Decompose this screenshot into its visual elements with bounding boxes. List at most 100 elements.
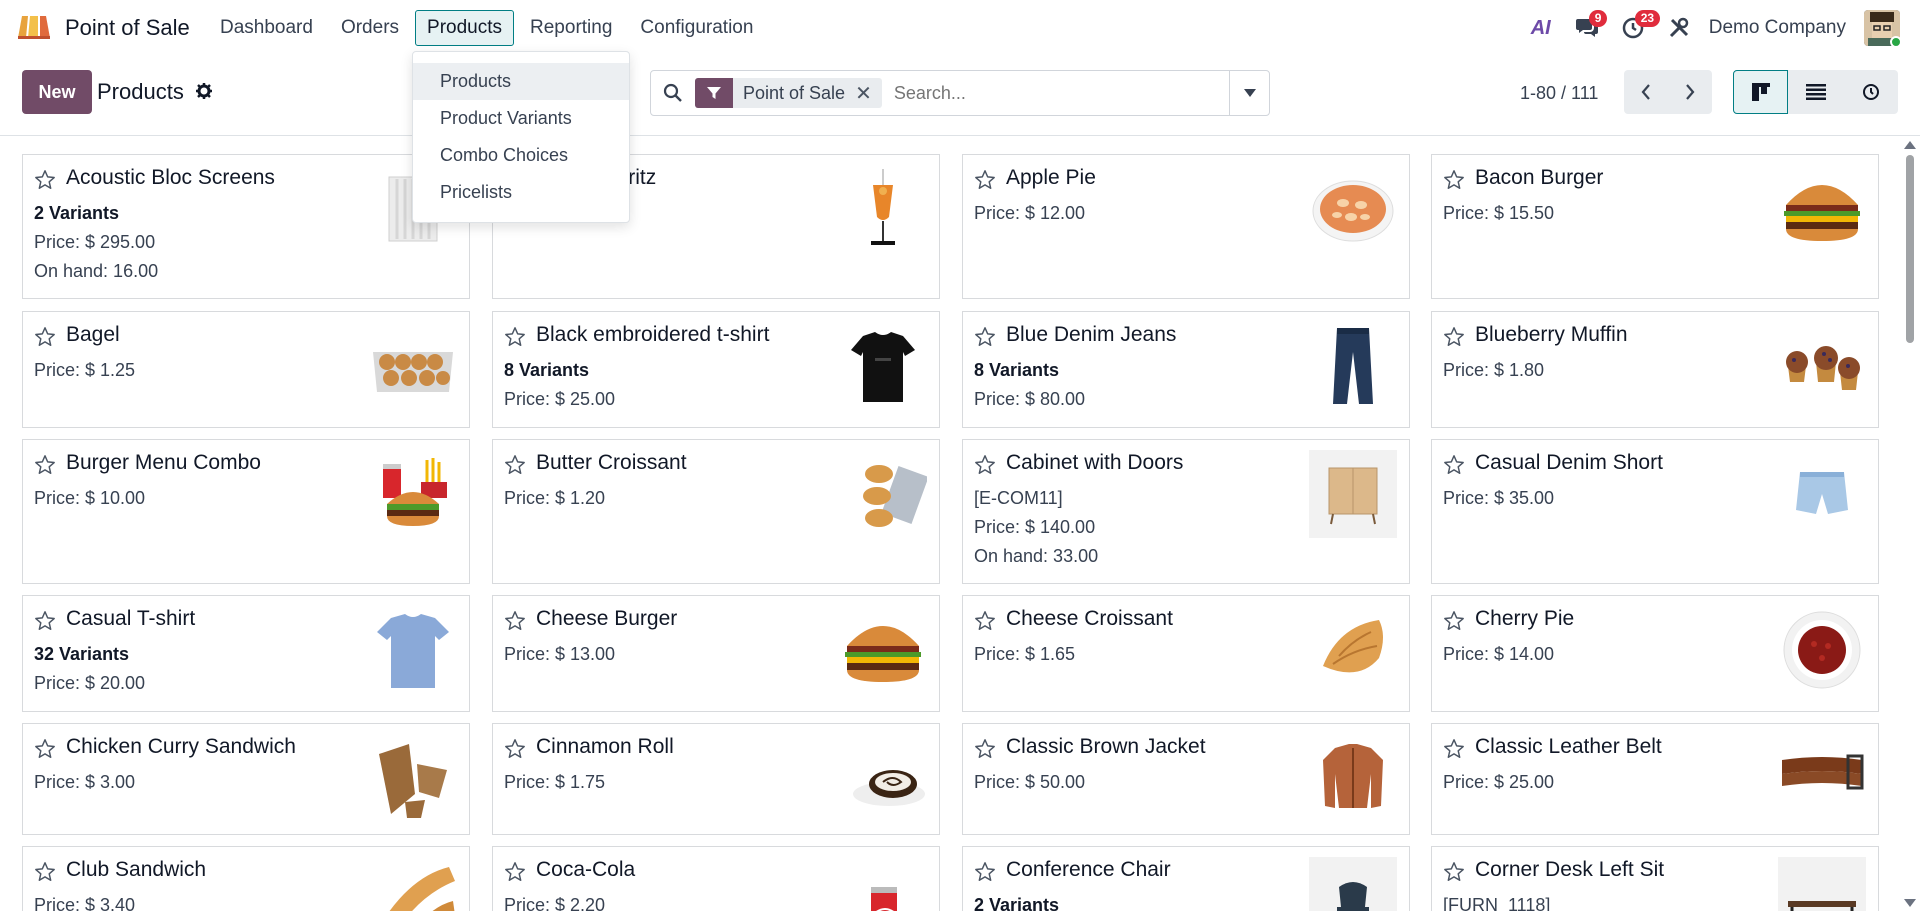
product-card[interactable]: Club Sandwich Price: $ 3.40 bbox=[22, 846, 470, 911]
product-detail-line: Price: $ 295.00 bbox=[34, 232, 156, 252]
kanban-view-button[interactable] bbox=[1733, 70, 1788, 114]
product-card[interactable]: Corner Desk Left Sit [FURN_1118] bbox=[1431, 846, 1879, 911]
product-detail-line: Price: $ 35.00 bbox=[1443, 488, 1555, 508]
favorite-star-icon[interactable] bbox=[34, 326, 56, 348]
favorite-star-icon[interactable] bbox=[974, 861, 996, 883]
dropdown-item-product-variants[interactable]: Product Variants bbox=[413, 100, 629, 137]
pager-value[interactable]: 1-80 / 111 bbox=[1520, 83, 1598, 104]
chair-icon bbox=[1309, 857, 1397, 911]
product-card[interactable]: Cinnamon Roll Price: $ 1.75 bbox=[492, 723, 940, 835]
favorite-star-icon[interactable] bbox=[1443, 738, 1465, 760]
messages-icon[interactable]: 9 bbox=[1569, 10, 1608, 46]
product-image bbox=[369, 734, 457, 822]
favorite-star-icon[interactable] bbox=[1443, 861, 1465, 883]
kanban-scrollbar[interactable] bbox=[1900, 137, 1920, 911]
ai-icon[interactable]: AI bbox=[1523, 10, 1559, 46]
favorite-star-icon[interactable] bbox=[34, 861, 56, 883]
scroll-up-icon[interactable] bbox=[1904, 141, 1916, 149]
product-card[interactable]: Blue Denim Jeans 8 Variants Price: $ 80.00 bbox=[962, 311, 1410, 428]
app-name[interactable]: Point of Sale bbox=[65, 15, 190, 41]
product-card[interactable]: Chicken Curry Sandwich Price: $ 3.00 bbox=[22, 723, 470, 835]
favorite-star-icon[interactable] bbox=[504, 326, 526, 348]
search-options-toggle[interactable] bbox=[1229, 71, 1269, 115]
facet-remove-icon[interactable]: ✕ bbox=[855, 81, 882, 106]
scrollbar-thumb[interactable] bbox=[1906, 155, 1914, 343]
search-icon[interactable] bbox=[651, 71, 695, 115]
favorite-star-icon[interactable] bbox=[974, 454, 996, 476]
product-name: Conference Chair bbox=[1006, 858, 1171, 881]
product-card[interactable]: Casual Denim Short Price: $ 35.00 bbox=[1431, 439, 1879, 584]
favorite-star-icon[interactable] bbox=[504, 610, 526, 632]
product-card[interactable]: Cherry Pie Price: $ 14.00 bbox=[1431, 595, 1879, 712]
combo-icon bbox=[383, 458, 447, 526]
favorite-star-icon[interactable] bbox=[1443, 169, 1465, 191]
favorite-star-icon[interactable] bbox=[34, 169, 56, 191]
product-name: Casual T-shirt bbox=[66, 607, 196, 630]
user-avatar[interactable] bbox=[1864, 10, 1900, 46]
favorite-star-icon[interactable] bbox=[1443, 326, 1465, 348]
product-card[interactable]: Classic Brown Jacket Price: $ 50.00 bbox=[962, 723, 1410, 835]
muffin-icon bbox=[1786, 346, 1860, 390]
product-card[interactable]: Bagel Price: $ 1.25 bbox=[22, 311, 470, 428]
pager-next-button[interactable] bbox=[1668, 70, 1712, 114]
product-image bbox=[1309, 450, 1397, 538]
menu-orders[interactable]: Orders bbox=[329, 10, 411, 46]
product-card[interactable]: Butter Croissant Price: $ 1.20 bbox=[492, 439, 940, 584]
favorite-star-icon[interactable] bbox=[974, 738, 996, 760]
product-card[interactable]: Cheese Burger Price: $ 13.00 bbox=[492, 595, 940, 712]
product-card[interactable]: Burger Menu Combo Price: $ 10.00 bbox=[22, 439, 470, 584]
menu-products[interactable]: Products bbox=[415, 10, 515, 46]
menu-configuration[interactable]: Configuration bbox=[628, 10, 765, 46]
product-detail-line: Price: $ 1.80 bbox=[1443, 360, 1545, 380]
product-details: 32 Variants Price: $ 20.00 bbox=[34, 640, 145, 698]
favorite-star-icon[interactable] bbox=[34, 454, 56, 476]
favorite-star-icon[interactable] bbox=[974, 326, 996, 348]
dropdown-item-pricelists[interactable]: Pricelists bbox=[413, 174, 629, 211]
dropdown-item-products[interactable]: Products bbox=[413, 63, 629, 100]
search-input[interactable] bbox=[881, 73, 1229, 113]
product-name: Club Sandwich bbox=[66, 858, 207, 881]
favorite-star-icon[interactable] bbox=[34, 610, 56, 632]
product-card[interactable]: Cheese Croissant Price: $ 1.65 bbox=[962, 595, 1410, 712]
product-card[interactable]: Black embroidered t-shirt 8 Variants Price… bbox=[492, 311, 940, 428]
product-image bbox=[1778, 165, 1866, 253]
product-card[interactable]: Conference Chair 2 Variants bbox=[962, 846, 1410, 911]
product-details: [FURN_1118] bbox=[1443, 891, 1550, 911]
dropdown-item-combo-choices[interactable]: Combo Choices bbox=[413, 137, 629, 174]
favorite-star-icon[interactable] bbox=[1443, 610, 1465, 632]
pager-previous-button[interactable] bbox=[1624, 70, 1668, 114]
product-image bbox=[1778, 450, 1866, 538]
list-view-button[interactable] bbox=[1788, 70, 1843, 114]
product-detail-line: Price: $ 10.00 bbox=[34, 488, 146, 508]
product-detail-line: Price: $ 2.20 bbox=[504, 895, 606, 911]
product-card[interactable]: Coca-Cola Price: $ 2.20 bbox=[492, 846, 940, 911]
favorite-star-icon[interactable] bbox=[974, 610, 996, 632]
product-image bbox=[1309, 606, 1397, 694]
pos-app-logo-icon[interactable] bbox=[16, 14, 52, 40]
activities-icon[interactable]: 23 bbox=[1615, 10, 1661, 46]
product-image bbox=[1309, 322, 1397, 410]
favorite-star-icon[interactable] bbox=[504, 861, 526, 883]
favorite-star-icon[interactable] bbox=[504, 738, 526, 760]
favorite-star-icon[interactable] bbox=[34, 738, 56, 760]
product-card[interactable]: Blueberry Muffin Price: $ 1.80 bbox=[1431, 311, 1879, 428]
cola-icon bbox=[871, 887, 897, 911]
favorite-star-icon[interactable] bbox=[504, 454, 526, 476]
product-card[interactable]: Cabinet with Doors [E-COM11] Price: $ 140.… bbox=[962, 439, 1410, 584]
product-card[interactable]: Casual T-shirt 32 Variants Price: $ 20.00 bbox=[22, 595, 470, 712]
favorite-star-icon[interactable] bbox=[1443, 454, 1465, 476]
menu-reporting[interactable]: Reporting bbox=[518, 10, 624, 46]
menu-dashboard[interactable]: Dashboard bbox=[208, 10, 325, 46]
tools-icon[interactable] bbox=[1661, 10, 1697, 46]
product-card[interactable]: Classic Leather Belt Price: $ 25.00 bbox=[1431, 723, 1879, 835]
product-card[interactable]: Apple Pie Price: $ 12.00 bbox=[962, 154, 1410, 299]
gear-icon[interactable] bbox=[196, 83, 212, 99]
activity-view-button[interactable] bbox=[1843, 70, 1898, 114]
company-switcher[interactable]: Demo Company bbox=[1709, 17, 1846, 39]
new-button[interactable]: New bbox=[22, 70, 92, 114]
favorite-star-icon[interactable] bbox=[974, 169, 996, 191]
scroll-down-icon[interactable] bbox=[1904, 899, 1916, 907]
product-card[interactable]: Acoustic Bloc Screens 2 Variants Price: $ … bbox=[22, 154, 470, 299]
product-detail-line: Price: $ 1.25 bbox=[34, 360, 136, 380]
product-card[interactable]: Bacon Burger Price: $ 15.50 bbox=[1431, 154, 1879, 299]
